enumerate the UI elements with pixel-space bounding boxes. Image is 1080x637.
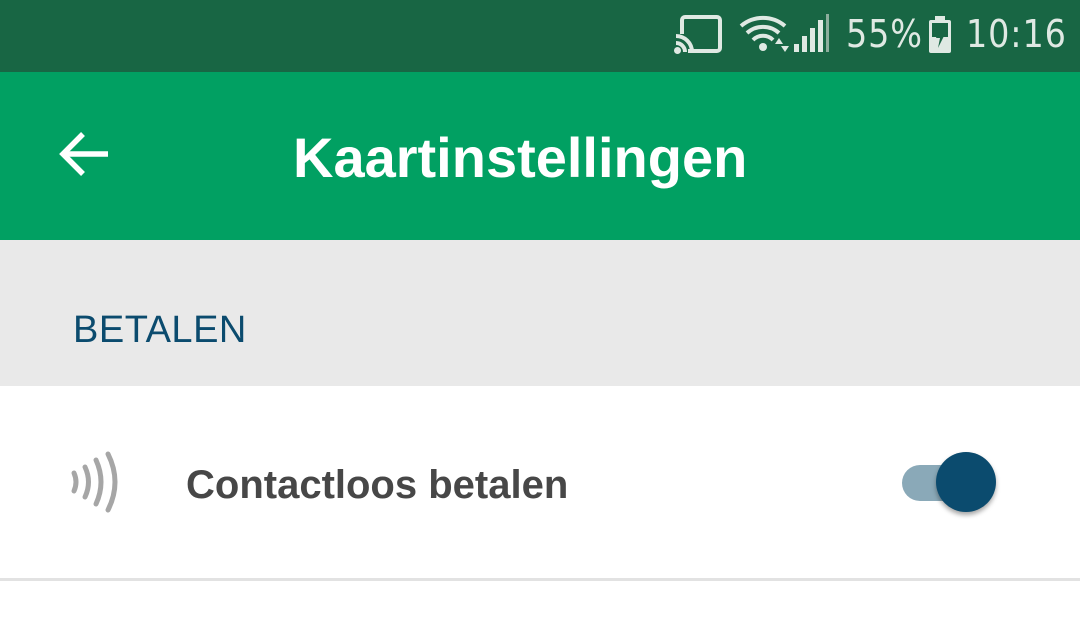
battery-percentage: 55%	[846, 12, 923, 56]
battery-charging-icon	[928, 16, 952, 59]
back-button[interactable]	[44, 116, 124, 196]
wifi-icon	[739, 14, 791, 61]
list-continuation	[0, 581, 1080, 637]
status-clock: 10:16	[966, 12, 1067, 56]
status-bar: 55% 10:16	[0, 0, 1080, 72]
setting-row-contactless[interactable]: Contactloos betalen	[0, 387, 1080, 578]
cast-icon	[674, 14, 724, 61]
contactless-icon	[68, 449, 128, 520]
app-bar: Kaartinstellingen	[0, 72, 1080, 240]
arrow-left-icon	[58, 131, 110, 182]
screen: 55% 10:16 Kaartinstellingen BETALEN Cont…	[0, 0, 1080, 637]
section-label-betalen: BETALEN	[73, 309, 247, 351]
page-title: Kaartinstellingen	[293, 126, 748, 189]
signal-icon	[794, 14, 830, 61]
setting-label: Contactloos betalen	[186, 463, 569, 507]
contactless-toggle[interactable]	[898, 451, 1002, 515]
toggle-thumb	[936, 452, 996, 512]
